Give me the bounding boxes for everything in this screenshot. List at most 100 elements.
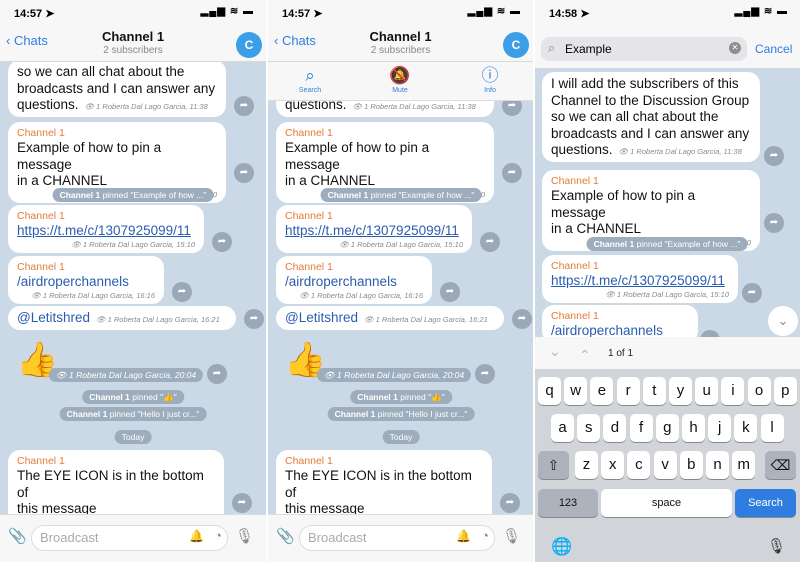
message-link[interactable]: https://t.me/c/1307925099/11 <box>551 273 729 290</box>
forward-icon[interactable]: ➦ <box>475 364 495 384</box>
forward-icon[interactable]: ➦ <box>244 309 264 329</box>
input-bar: 📎 Broadcast 🔔 ◔ 🎙 <box>0 514 266 562</box>
key-b[interactable]: b <box>679 451 703 479</box>
service-message: Today <box>114 430 152 444</box>
forward-icon[interactable]: ➦ <box>212 232 232 252</box>
key-y[interactable]: y <box>669 377 692 405</box>
numbers-key[interactable]: 123 <box>538 489 598 517</box>
service-text: Today <box>121 432 145 442</box>
next-result-icon[interactable]: ⌃ <box>579 347 591 364</box>
message-meta: 👁 1 Roberta Dal Lago Garcia, 11:38 <box>618 147 742 156</box>
forward-icon[interactable]: ➦ <box>172 282 192 302</box>
key-z[interactable]: z <box>575 451 598 479</box>
channel-avatar[interactable]: C <box>236 32 262 58</box>
key-u[interactable]: u <box>695 377 719 405</box>
message-sender: Channel 1 <box>17 210 65 222</box>
status-bar: 14:57 ➤ ▂▄▆ ≋ ▬ <box>0 0 266 24</box>
forward-icon[interactable]: ➦ <box>512 309 532 329</box>
forward-icon[interactable]: ➦ <box>502 163 522 183</box>
forward-icon[interactable]: ➦ <box>500 493 520 513</box>
key-a[interactable]: a <box>551 414 574 442</box>
dictation-microphone-icon[interactable]: 🎙 <box>767 537 786 555</box>
message-text[interactable]: @Letitshred <box>17 310 90 325</box>
channel-avatar[interactable]: C <box>503 32 529 58</box>
cancel-button[interactable]: Cancel <box>755 42 792 56</box>
microphone-icon[interactable]: 🎙 <box>502 527 521 545</box>
key-m[interactable]: m <box>732 451 756 479</box>
key-i[interactable]: i <box>721 377 745 405</box>
attach-icon[interactable]: 📎 <box>8 527 27 545</box>
status-indicators-icon: ▂▄▆ ≋ ▬ <box>467 6 521 17</box>
microphone-icon[interactable]: 🎙 <box>235 527 254 545</box>
key-q[interactable]: q <box>538 377 561 405</box>
forward-icon[interactable]: ➦ <box>480 232 500 252</box>
bell-icon[interactable]: 🔔 <box>456 529 471 543</box>
message-meta: 👁 1 Roberta Dal Lago Garcia, 16:21 <box>364 315 488 324</box>
nav-bar: ‹ Chats Channel 12 subscribers C <box>268 24 533 62</box>
toolbar-button-search[interactable]: ⌕ Search <box>285 65 335 94</box>
bell-icon[interactable]: 🔔 <box>189 529 204 543</box>
key-d[interactable]: d <box>603 414 627 442</box>
forward-icon[interactable]: ➦ <box>234 163 254 183</box>
key-n[interactable]: n <box>706 451 729 479</box>
key-o[interactable]: o <box>747 377 771 405</box>
search-input[interactable]: ⌕ Example ✕ <box>541 37 747 61</box>
status-time: 14:57 ➤ <box>14 8 55 20</box>
key-l[interactable]: l <box>760 414 784 442</box>
shift-key[interactable]: ⇧ <box>538 451 569 479</box>
message-text[interactable]: @Letitshred <box>285 310 358 325</box>
timer-icon[interactable]: ◔ <box>481 528 489 543</box>
service-text: pinned "Example of how ..." <box>100 190 207 200</box>
toolbar-button-mute[interactable]: 🔕 Mute <box>375 65 425 94</box>
globe-icon[interactable]: 🌐 <box>551 537 572 557</box>
previous-result-icon[interactable]: ⌄ <box>549 343 561 360</box>
service-sender: Channel 1 <box>327 190 369 200</box>
forward-icon[interactable]: ➦ <box>232 493 252 513</box>
key-v[interactable]: v <box>653 451 677 479</box>
channel-title: Channel 1 <box>101 29 165 44</box>
service-message: Channel 1 pinned "👍" <box>82 390 184 404</box>
toolbar-label: Info <box>484 87 496 94</box>
key-h[interactable]: h <box>682 414 705 442</box>
key-j[interactable]: j <box>708 414 732 442</box>
key-k[interactable]: k <box>734 414 758 442</box>
message-sender: Channel 1 <box>551 310 599 322</box>
message-meta: 👁 1 Roberta Dal Lago Garcia, 20:04 <box>316 368 472 382</box>
forward-icon[interactable]: ➦ <box>742 283 762 303</box>
message-link[interactable]: https://t.me/c/1307925099/11 <box>285 223 463 240</box>
bot-command-link[interactable]: /airdroperchannels <box>17 274 155 291</box>
forward-icon[interactable]: ➦ <box>440 282 460 302</box>
message-bubble: I will add the subscribers of this Channe… <box>542 72 760 162</box>
toolbar-button-info[interactable]: ⓘ Info <box>465 65 515 94</box>
clear-icon[interactable]: ✕ <box>729 42 741 54</box>
message-sender: Channel 1 <box>17 261 65 273</box>
timer-icon[interactable]: ◔ <box>214 528 222 543</box>
scroll-down-button[interactable]: ⌄ <box>768 306 798 336</box>
message-text: I will add the subscribers of this <box>551 76 739 91</box>
search-icon: ⌕ <box>548 40 556 55</box>
search-header: 14:58 ➤ ▂▄▆ ≋ ▬ ⌕ Example ✕ Cancel <box>535 0 800 68</box>
attach-icon[interactable]: 📎 <box>276 527 295 545</box>
forward-icon[interactable]: ➦ <box>234 96 254 116</box>
key-f[interactable]: f <box>629 414 653 442</box>
delete-key[interactable]: ⌫ <box>765 451 796 479</box>
key-s[interactable]: s <box>577 414 601 442</box>
message-text: so we can all chat about the <box>17 64 185 79</box>
key-p[interactable]: p <box>773 377 797 405</box>
search-key[interactable]: Search <box>735 489 796 517</box>
key-w[interactable]: w <box>564 377 588 405</box>
space-key[interactable]: space <box>601 489 732 517</box>
key-x[interactable]: x <box>601 451 625 479</box>
key-g[interactable]: g <box>655 414 679 442</box>
key-e[interactable]: e <box>590 377 614 405</box>
bot-command-link[interactable]: /airdroperchannels <box>285 274 423 291</box>
forward-icon[interactable]: ➦ <box>764 146 784 166</box>
forward-icon[interactable]: ➦ <box>764 213 784 233</box>
key-c[interactable]: c <box>627 451 651 479</box>
message-link[interactable]: https://t.me/c/1307925099/11 <box>17 223 195 240</box>
service-sender: Channel 1 <box>334 409 376 419</box>
key-t[interactable]: t <box>642 377 666 405</box>
key-r[interactable]: r <box>616 377 640 405</box>
forward-icon[interactable]: ➦ <box>207 364 227 384</box>
message-bubble: Channel 1/airdroperchannels 👁 1 Roberta D… <box>8 256 164 304</box>
